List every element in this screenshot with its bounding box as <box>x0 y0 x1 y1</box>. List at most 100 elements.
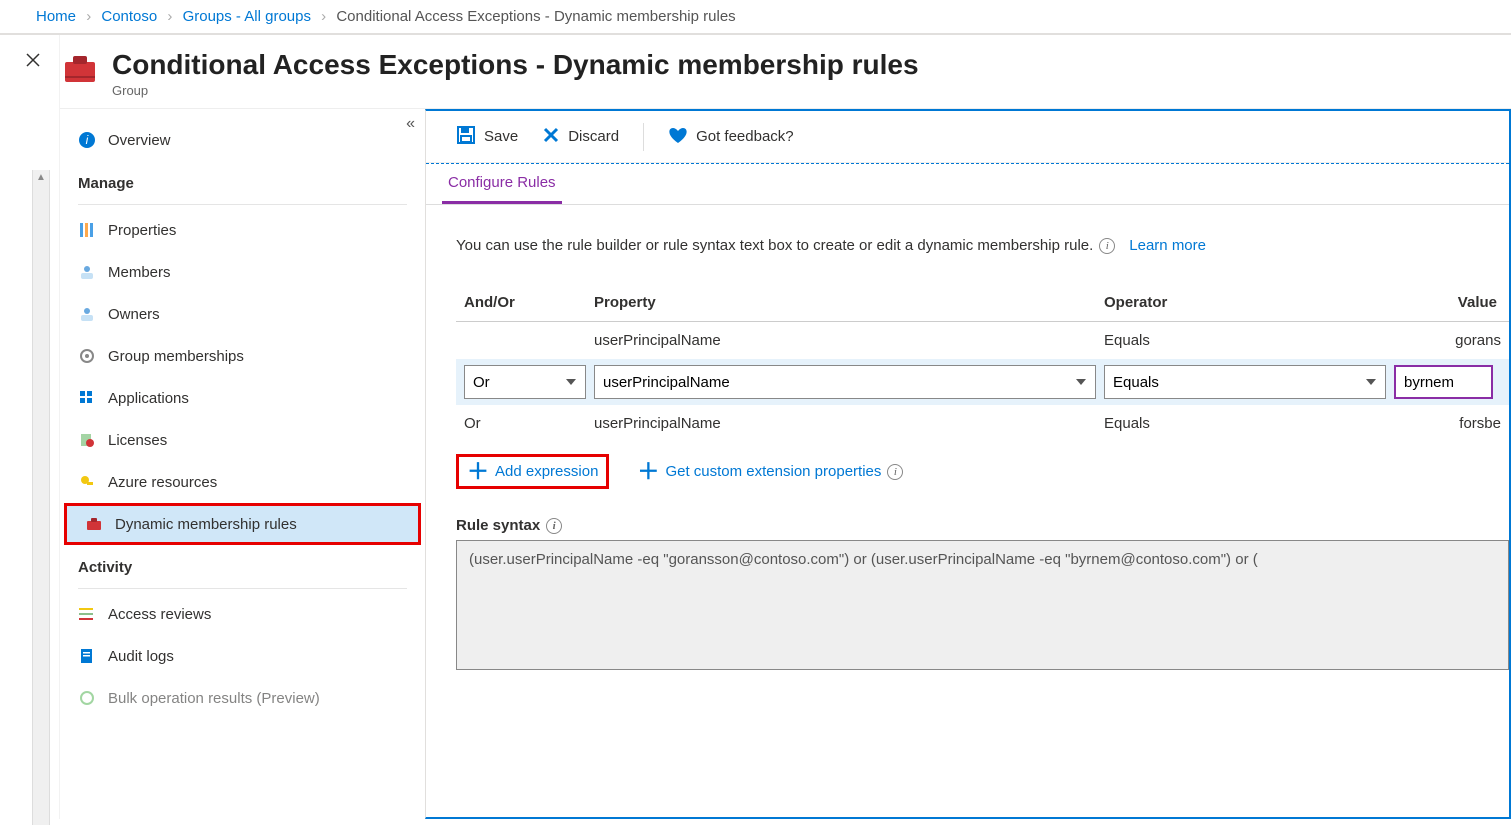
sidebar-item-members[interactable]: Members <box>60 251 425 293</box>
sidebar-item-label: Properties <box>108 222 176 239</box>
sidebar-item-label: Licenses <box>108 432 167 449</box>
sidebar-item-group-memberships[interactable]: Group memberships <box>60 335 425 377</box>
info-icon[interactable]: i <box>887 464 903 480</box>
info-icon: i <box>78 131 96 149</box>
breadcrumb-groups[interactable]: Groups - All groups <box>183 8 311 25</box>
key-icon <box>78 473 96 491</box>
breadcrumb-home[interactable]: Home <box>36 8 76 25</box>
sidebar-item-label: Audit logs <box>108 648 174 665</box>
cell-property: userPrincipalName <box>594 332 1104 349</box>
col-andor: And/Or <box>464 294 594 311</box>
sidebar-item-owners[interactable]: Owners <box>60 293 425 335</box>
sidebar-item-audit-logs[interactable]: Audit logs <box>60 635 425 677</box>
discard-button[interactable]: Discard <box>542 126 619 148</box>
sidebar-item-dynamic-membership-rules[interactable]: Dynamic membership rules <box>64 503 421 545</box>
sidebar-item-label: Azure resources <box>108 474 217 491</box>
grid-icon <box>78 389 96 407</box>
gear-icon <box>78 347 96 365</box>
cell-operator: Equals <box>1104 415 1394 432</box>
chevron-right-icon: › <box>167 8 172 25</box>
page-header: Conditional Access Exceptions - Dynamic … <box>60 35 1511 109</box>
page-title: Conditional Access Exceptions - Dynamic … <box>112 49 919 81</box>
info-icon[interactable]: i <box>546 518 562 534</box>
cell-andor: Or <box>464 415 594 432</box>
cell-property: userPrincipalName <box>594 415 1104 432</box>
get-custom-properties-button[interactable]: ＋ Get custom extension properties i <box>629 457 911 486</box>
rule-syntax-textbox[interactable]: (user.userPrincipalName -eq "goransson@c… <box>456 540 1509 670</box>
sidebar-item-overview[interactable]: i Overview <box>60 119 425 161</box>
briefcase-icon <box>85 515 103 533</box>
sidebar-item-bulk-operation-results[interactable]: Bulk operation results (Preview) <box>60 677 425 719</box>
vertical-scrollbar[interactable]: ▲ <box>32 170 50 825</box>
property-select[interactable]: userPrincipalName <box>594 365 1096 399</box>
col-operator: Operator <box>1104 294 1394 311</box>
section-header-manage: Manage <box>60 161 425 200</box>
svg-text:i: i <box>86 133 89 147</box>
person-icon <box>78 263 96 281</box>
feedback-label: Got feedback? <box>696 128 794 145</box>
scroll-up-icon[interactable]: ▲ <box>34 170 48 185</box>
log-icon <box>78 647 96 665</box>
col-property: Property <box>594 294 1104 311</box>
sidebar-item-label: Bulk operation results (Preview) <box>108 690 320 707</box>
list-icon <box>78 605 96 623</box>
content-pane: Save Discard Got feedback? Configure Rul… <box>425 109 1511 819</box>
sidebar-item-label: Access reviews <box>108 606 211 623</box>
breadcrumb-current: Conditional Access Exceptions - Dynamic … <box>336 8 735 25</box>
collapse-sidebar-icon[interactable]: « <box>406 115 415 133</box>
cell-value: gorans <box>1394 332 1501 349</box>
sidebar-item-label: Overview <box>108 132 171 149</box>
value-input[interactable] <box>1394 365 1493 399</box>
sidebar-item-label: Dynamic membership rules <box>115 516 297 533</box>
intro-text-span: You can use the rule builder or rule syn… <box>456 237 1093 254</box>
chevron-right-icon: › <box>86 8 91 25</box>
cell-operator: Equals <box>1104 332 1394 349</box>
sidebar-item-azure-resources[interactable]: Azure resources <box>60 461 425 503</box>
breadcrumb: Home › Contoso › Groups - All groups › C… <box>0 0 1511 34</box>
save-button[interactable]: Save <box>456 125 518 149</box>
refresh-icon <box>78 689 96 707</box>
learn-more-link[interactable]: Learn more <box>1129 237 1206 254</box>
table-row[interactable]: userPrincipalName Equals gorans <box>456 322 1509 359</box>
sidebar-item-licenses[interactable]: Licenses <box>60 419 425 461</box>
toolbar-divider <box>643 123 644 151</box>
discard-label: Discard <box>568 128 619 145</box>
col-value: Value <box>1394 294 1501 311</box>
sidebar-item-label: Group memberships <box>108 348 244 365</box>
tab-configure-rules[interactable]: Configure Rules <box>442 164 562 204</box>
license-icon <box>78 431 96 449</box>
table-row[interactable]: Or userPrincipalName Equals <box>456 359 1509 405</box>
table-header: And/Or Property Operator Value <box>456 284 1509 322</box>
add-expression-label: Add expression <box>495 463 598 480</box>
sidebar-item-label: Owners <box>108 306 160 323</box>
sidebar-item-label: Members <box>108 264 171 281</box>
person-icon <box>78 305 96 323</box>
cell-value: forsbe <box>1394 415 1501 432</box>
rule-syntax-label-text: Rule syntax <box>456 517 540 534</box>
command-bar: Save Discard Got feedback? <box>426 111 1509 163</box>
save-label: Save <box>484 128 518 145</box>
sidebar-item-properties[interactable]: Properties <box>60 209 425 251</box>
sidebar-item-access-reviews[interactable]: Access reviews <box>60 593 425 635</box>
save-icon <box>456 125 476 149</box>
info-icon[interactable]: i <box>1099 238 1115 254</box>
andor-select[interactable]: Or <box>464 365 586 399</box>
section-header-activity: Activity <box>60 545 425 584</box>
page-subtitle: Group <box>112 83 919 98</box>
operator-select[interactable]: Equals <box>1104 365 1386 399</box>
sidebar-item-label: Applications <box>108 390 189 407</box>
intro-text: You can use the rule builder or rule syn… <box>456 237 1509 254</box>
get-custom-label: Get custom extension properties <box>665 463 881 480</box>
chevron-right-icon: › <box>321 8 326 25</box>
sidebar-nav: « i Overview Manage Properties Members <box>60 109 425 819</box>
breadcrumb-contoso[interactable]: Contoso <box>101 8 157 25</box>
feedback-button[interactable]: Got feedback? <box>668 126 794 148</box>
close-icon[interactable] <box>24 56 42 72</box>
sidebar-item-applications[interactable]: Applications <box>60 377 425 419</box>
table-row[interactable]: Or userPrincipalName Equals forsbe <box>456 405 1509 442</box>
add-expression-button[interactable]: ＋ Add expression <box>456 454 609 489</box>
tab-bar: Configure Rules <box>426 163 1509 205</box>
close-icon <box>542 126 560 148</box>
rule-builder-table: And/Or Property Operator Value userPrinc… <box>456 284 1509 442</box>
rule-syntax-label: Rule syntax i <box>456 517 1509 534</box>
